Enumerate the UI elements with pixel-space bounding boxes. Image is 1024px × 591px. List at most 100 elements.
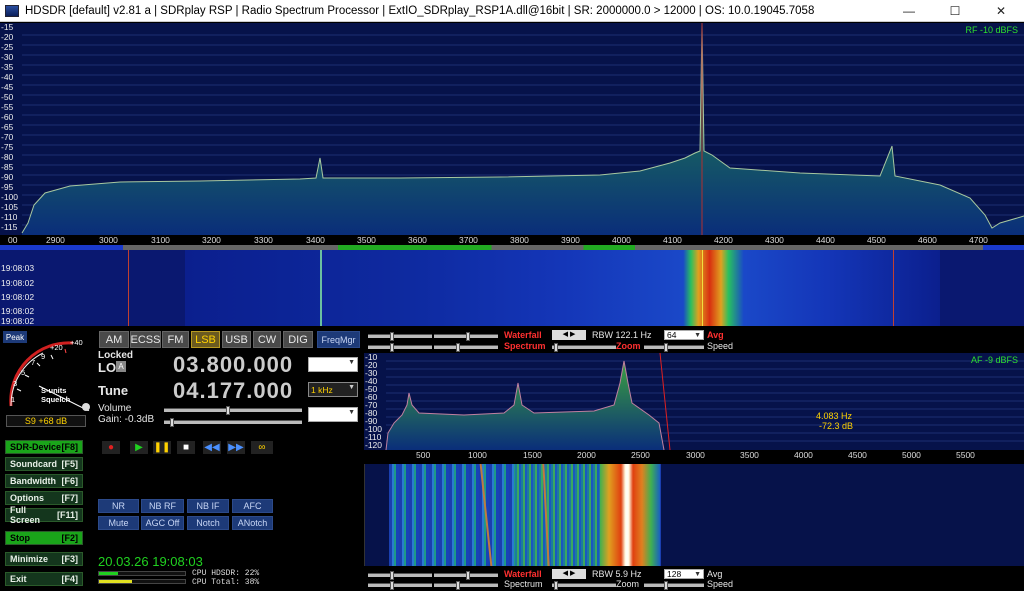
mode-usb-button[interactable]: USB (222, 331, 251, 348)
nb-if-button[interactable]: NB IF (187, 499, 229, 513)
lo-frequency-display[interactable]: 03.800.000 (173, 352, 293, 378)
rf-spectrum-label: Spectrum (504, 341, 546, 351)
af-avg-label: Avg (707, 569, 723, 579)
rf-waterfall-slider-1[interactable] (368, 332, 432, 341)
rf-spectrum[interactable]: -15 -20 -25 -30 -35 -40 -45 -50 -55 -60 … (0, 23, 1024, 235)
title-bar: HDSDR [default] v2.81 a | SDRplay RSP | … (0, 0, 1024, 22)
af-waterfall-spin[interactable]: ◀ ▶ (552, 569, 586, 579)
af-waterfall-mid (515, 464, 605, 566)
agc-button[interactable]: AGC Off (141, 516, 184, 530)
rf-spectrum-slider-2[interactable] (434, 343, 498, 352)
minimize-button[interactable]: Minimize [F3] (5, 552, 83, 566)
rf-y-label: -90 (1, 172, 14, 182)
rf-waterfall-spin[interactable]: ◀ ▶ (552, 330, 586, 340)
volume-label: Volume (98, 403, 132, 414)
afc-button[interactable]: AFC (232, 499, 273, 513)
minimize-window-button[interactable]: — (886, 0, 932, 22)
rf-fft-select[interactable]: 64 ▼ (664, 330, 704, 340)
rf-x-label: 3100 (151, 235, 170, 245)
rewind-icon[interactable]: ◀◀ (203, 441, 221, 454)
rf-fft-value: 64 (667, 330, 677, 340)
mode-fm-button[interactable]: FM (162, 331, 189, 348)
rf-waterfall-label: Waterfall (504, 330, 542, 340)
rf-zoom-slider[interactable] (552, 343, 616, 352)
nb-rf-button[interactable]: NB RF (141, 499, 184, 513)
exit-button[interactable]: Exit [F4] (5, 572, 83, 586)
lo-select[interactable]: ▼ (308, 357, 358, 372)
pause-icon[interactable]: ❚❚ (153, 441, 171, 454)
af-waterfall-slider-1[interactable] (368, 571, 432, 580)
stop-button[interactable]: Stop [F2] (5, 531, 83, 545)
af-spectrum-slider-2[interactable] (434, 581, 498, 590)
tune-step-select[interactable]: 1 kHz ▼ (308, 382, 358, 397)
rf-y-label: -70 (1, 132, 14, 142)
af-waterfall-slider-2[interactable] (434, 571, 498, 580)
tune-frequency-display[interactable]: 04.177.000 (173, 378, 293, 404)
rf-waterfall[interactable]: 19:08:03 19:08:02 19:08:02 19:08:02 19:0… (0, 250, 1024, 326)
rf-waterfall-time: 19:08:02 (1, 292, 35, 302)
bandwidth-button[interactable]: Bandwidth [F6] (5, 474, 83, 488)
af-level-label: AF -9 dBFS (970, 355, 1018, 365)
soundcard-button[interactable]: Soundcard [F5] (5, 457, 83, 471)
stop-label: Stop (10, 533, 30, 543)
record-icon[interactable]: ● (102, 441, 120, 454)
af-spectrum[interactable]: -10 -20 -30 -40 -50 -60 -70 -80 -90 -100… (364, 353, 1024, 450)
gain-slider[interactable] (164, 418, 302, 427)
af-x-label: 5500 (956, 450, 975, 460)
rf-x-label: 4600 (918, 235, 937, 245)
rf-waterfall-slider-2[interactable] (434, 332, 498, 341)
rf-x-label: 3200 (202, 235, 221, 245)
anotch-button[interactable]: ANotch (232, 516, 273, 530)
af-speed-label: Speed (707, 579, 734, 589)
volume-slider[interactable] (164, 406, 302, 415)
s-scale-label: 9 (41, 352, 46, 361)
close-window-button[interactable]: ✕ (978, 0, 1024, 22)
rf-y-label: -30 (1, 52, 14, 62)
loop-icon[interactable]: ∞ (251, 441, 273, 454)
rf-y-label: -65 (1, 122, 14, 132)
rf-frequency-axis[interactable]: 00 2900 3000 3100 3200 3300 3400 3500 36… (0, 235, 1024, 250)
rf-x-label: 3800 (510, 235, 529, 245)
full-screen-button[interactable]: Full Screen [F11] (5, 505, 83, 525)
fast-forward-icon[interactable]: ▶▶ (227, 441, 245, 454)
af-zoom-slider[interactable] (552, 581, 616, 590)
mode-ecss-button[interactable]: ECSS (130, 331, 161, 348)
af-fft-select[interactable]: 128 ▼ (664, 569, 704, 579)
mute-button[interactable]: Mute (98, 516, 139, 530)
squelch-caption: Squelch (41, 395, 71, 404)
af-spectrum-slider-1[interactable] (368, 581, 432, 590)
lo-lock-badge[interactable]: A (116, 361, 126, 372)
minimize-key: [F3] (61, 554, 79, 564)
rf-x-label: 3300 (254, 235, 273, 245)
stop-playback-icon[interactable]: ■ (177, 441, 195, 454)
volume-select[interactable]: ▼ (308, 407, 358, 422)
options-button[interactable]: Options [F7] (5, 491, 83, 505)
rf-x-label: 4700 (969, 235, 988, 245)
af-x-label: 1000 (468, 450, 487, 460)
af-waterfall[interactable] (364, 464, 1024, 566)
sdr-device-button[interactable]: SDR-Device [F8] (5, 440, 83, 454)
rf-y-label: -75 (1, 142, 14, 152)
af-x-label: 4500 (848, 450, 867, 460)
mode-cw-button[interactable]: CW (253, 331, 281, 348)
rf-spectrum-plot (21, 23, 1024, 235)
af-speed-slider[interactable] (644, 581, 704, 590)
rf-spectrum-slider-1[interactable] (368, 343, 432, 352)
tune-step-value: 1 kHz (311, 384, 333, 395)
rf-y-label: -85 (1, 162, 14, 172)
nr-button[interactable]: NR (98, 499, 139, 513)
notch-button[interactable]: Notch (187, 516, 229, 530)
rf-waterfall-time: 19:08:02 (1, 306, 35, 316)
mode-dig-button[interactable]: DIG (283, 331, 313, 348)
rf-y-label: -80 (1, 152, 14, 162)
freq-manager-button[interactable]: FreqMgr (317, 331, 360, 348)
s-scale-label: 5 (21, 368, 26, 377)
rf-y-label: -105 (1, 202, 19, 212)
play-icon[interactable]: ▶ (130, 441, 148, 454)
maximize-window-button[interactable]: ☐ (932, 0, 978, 22)
mode-lsb-button[interactable]: LSB (191, 331, 220, 348)
rf-speed-slider[interactable] (644, 343, 704, 352)
clock-display: 20.03.26 19:08:03 (98, 554, 203, 569)
lo-label: LO (98, 360, 117, 375)
mode-am-button[interactable]: AM (99, 331, 129, 348)
